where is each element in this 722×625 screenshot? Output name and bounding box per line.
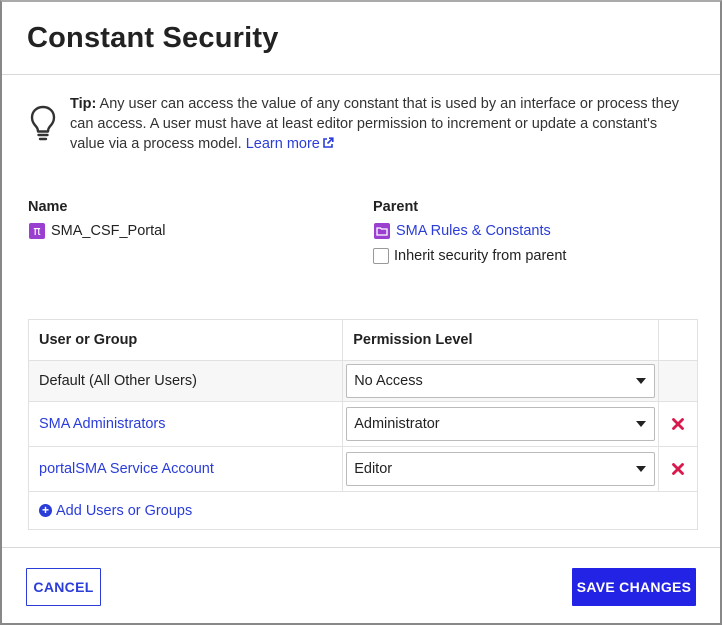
- table-row: Default (All Other Users) No Access: [27, 360, 698, 402]
- tip-body: Any user can access the value of any con…: [70, 96, 680, 152]
- row-permission-cell: Editor: [342, 446, 660, 492]
- external-link-icon: [323, 137, 334, 148]
- permission-select[interactable]: Administrator: [346, 407, 656, 441]
- parent-folder-link[interactable]: SMA Rules & Constants: [396, 223, 551, 239]
- permissions-table: User or Group Permission Level Default (…: [27, 319, 698, 530]
- inherit-security-row: Inherit security from parent: [373, 248, 566, 264]
- row-actions-cell: [658, 401, 698, 447]
- dropdown-arrow-icon: [636, 421, 647, 427]
- permission-value: Editor: [354, 461, 393, 477]
- permission-value: No Access: [354, 373, 423, 389]
- tip-label: Tip:: [70, 96, 97, 112]
- name-label: Name: [28, 199, 68, 215]
- parent-folder: SMA Rules & Constants: [374, 223, 551, 239]
- permission-select[interactable]: No Access: [346, 364, 656, 398]
- row-permission-cell: Administrator: [342, 401, 660, 447]
- constant-security-dialog: Constant Security Tip: Any user can acce…: [0, 0, 722, 625]
- parent-label: Parent: [373, 199, 419, 215]
- tip-text: Tip: Any user can access the value of an…: [70, 94, 688, 154]
- row-user-link[interactable]: portalSMA Service Account: [39, 461, 214, 477]
- dialog-footer: CANCEL SAVE CHANGES: [2, 547, 720, 625]
- row-actions-cell: [658, 360, 698, 402]
- col-actions: [658, 319, 698, 361]
- table-header-row: User or Group Permission Level: [27, 319, 698, 361]
- lightbulb-icon: [30, 105, 56, 141]
- row-actions-cell: [658, 446, 698, 492]
- dialog-header: Constant Security: [2, 2, 720, 75]
- cancel-button[interactable]: CANCEL: [26, 568, 101, 606]
- inherit-security-checkbox[interactable]: [373, 248, 389, 264]
- row-permission-cell: No Access: [342, 360, 660, 402]
- add-users-or-groups-link[interactable]: + Add Users or Groups: [39, 503, 697, 519]
- add-row: + Add Users or Groups: [28, 491, 698, 530]
- add-users-label: Add Users or Groups: [56, 502, 193, 519]
- dialog-title: Constant Security: [27, 22, 279, 54]
- save-changes-button[interactable]: SAVE CHANGES: [572, 568, 696, 606]
- dropdown-arrow-icon: [636, 378, 647, 384]
- add-row-cell: + Add Users or Groups: [28, 491, 698, 530]
- learn-more-link[interactable]: Learn more: [246, 136, 334, 152]
- remove-icon[interactable]: [672, 463, 684, 476]
- learn-more-label: Learn more: [245, 136, 320, 152]
- inherit-security-label: Inherit security from parent: [394, 248, 567, 264]
- row-user-cell: portalSMA Service Account: [27, 446, 344, 492]
- folder-icon: [374, 223, 390, 239]
- permission-value: Administrator: [354, 416, 440, 432]
- col-permission-level: Permission Level: [342, 319, 660, 361]
- constant-name-value: SMA_CSF_Portal: [51, 223, 166, 239]
- remove-icon[interactable]: [672, 418, 684, 431]
- dropdown-arrow-icon: [636, 466, 647, 472]
- row-user-name: Default (All Other Users): [27, 360, 344, 402]
- row-user-cell: SMA Administrators: [27, 401, 344, 447]
- constant-name: π SMA_CSF_Portal: [29, 223, 165, 239]
- table-row: SMA Administrators Administrator: [27, 401, 698, 447]
- plus-circle-icon: +: [39, 504, 52, 517]
- table-row: portalSMA Service Account Editor: [27, 446, 698, 492]
- col-user-or-group: User or Group: [27, 319, 344, 361]
- constant-icon: π: [29, 223, 45, 239]
- tip-box: Tip: Any user can access the value of an…: [28, 94, 688, 154]
- row-user-link[interactable]: SMA Administrators: [39, 416, 166, 432]
- permission-select[interactable]: Editor: [346, 452, 656, 486]
